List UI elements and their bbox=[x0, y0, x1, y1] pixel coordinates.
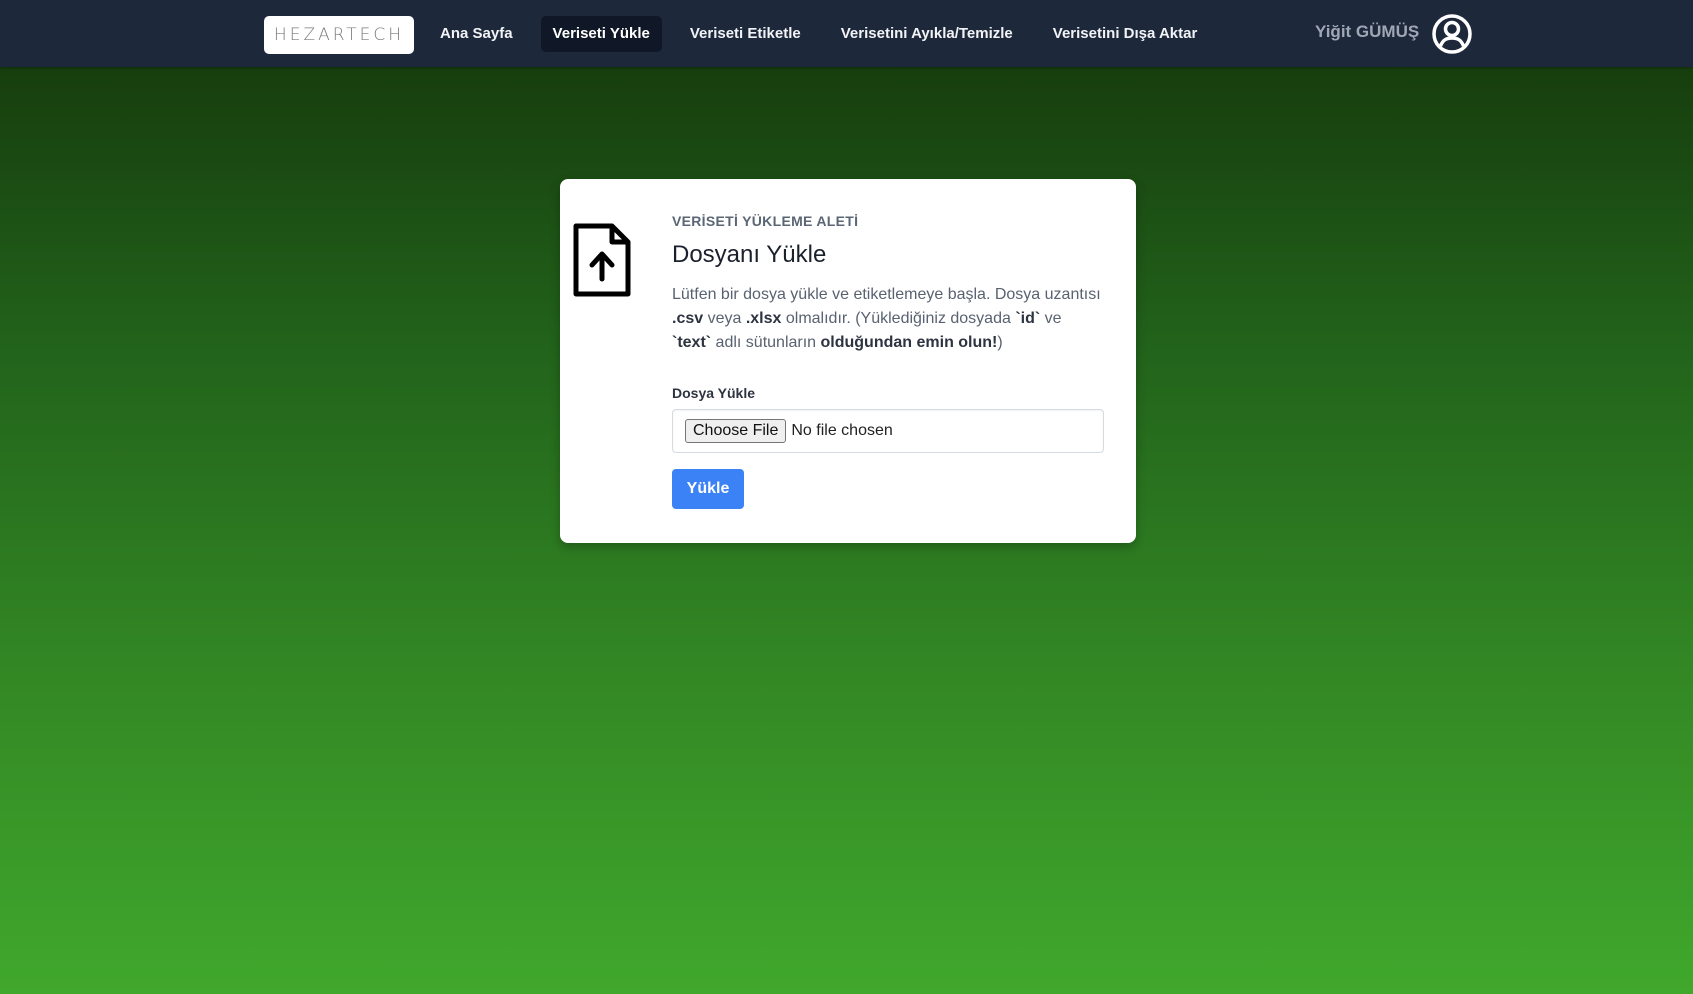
desc-col-id: `id` bbox=[1015, 310, 1041, 327]
logo-text: HEZARTECH bbox=[273, 25, 405, 45]
choose-file-button[interactable]: Choose File bbox=[685, 419, 787, 443]
file-upload-icon bbox=[573, 223, 631, 297]
nav-link-clean-dataset[interactable]: Verisetini Ayıkla/Temizle bbox=[829, 16, 1025, 52]
user-name[interactable]: Yiğit GÜMÜŞ bbox=[1315, 22, 1419, 42]
desc-text-1: Lütfen bir dosya yükle ve etiketlemeye b… bbox=[672, 286, 1101, 303]
desc-text-2: veya bbox=[703, 310, 746, 327]
nav-link-home[interactable]: Ana Sayfa bbox=[428, 16, 525, 52]
card-body: VERİSETİ YÜKLEME ALETİ Dosyanı Yükle Lüt… bbox=[672, 213, 1104, 509]
file-upload-label: Dosya Yükle bbox=[672, 385, 756, 401]
nav-link-export-dataset[interactable]: Verisetini Dışa Aktar bbox=[1041, 16, 1210, 52]
desc-text-6: ) bbox=[997, 334, 1003, 351]
card-title: Dosyanı Yükle bbox=[672, 241, 827, 268]
nav-links: Ana Sayfa Veriseti Yükle Veriseti Etiket… bbox=[428, 16, 1221, 52]
desc-text-5: adlı sütunların bbox=[711, 334, 821, 351]
card-kicker: VERİSETİ YÜKLEME ALETİ bbox=[672, 213, 859, 229]
user-circle-icon[interactable] bbox=[1431, 13, 1473, 55]
desc-ext-xlsx: .xlsx bbox=[745, 310, 782, 327]
desc-emphasis: olduğundan emin olun! bbox=[820, 334, 998, 351]
desc-text-3: olmalıdır. (Yüklediğiniz dosyada bbox=[781, 310, 1016, 327]
navbar: HEZARTECH Ana Sayfa Veriseti Yükle Veris… bbox=[0, 0, 1693, 67]
upload-card: VERİSETİ YÜKLEME ALETİ Dosyanı Yükle Lüt… bbox=[560, 179, 1136, 543]
desc-text-4: ve bbox=[1040, 310, 1062, 327]
desc-col-text: `text` bbox=[672, 334, 712, 351]
nav-link-label-dataset[interactable]: Veriseti Etiketle bbox=[678, 16, 813, 52]
desc-ext-csv: .csv bbox=[672, 310, 704, 327]
file-input[interactable]: Choose File No file chosen bbox=[672, 409, 1104, 453]
upload-submit-button[interactable]: Yükle bbox=[672, 469, 744, 509]
nav-link-upload-dataset[interactable]: Veriseti Yükle bbox=[540, 16, 662, 52]
brand-logo[interactable]: HEZARTECH bbox=[264, 16, 414, 54]
upload-instructions: Lütfen bir dosya yükle ve etiketlemeye b… bbox=[672, 283, 1104, 355]
no-file-chosen-text: No file chosen bbox=[791, 422, 893, 439]
